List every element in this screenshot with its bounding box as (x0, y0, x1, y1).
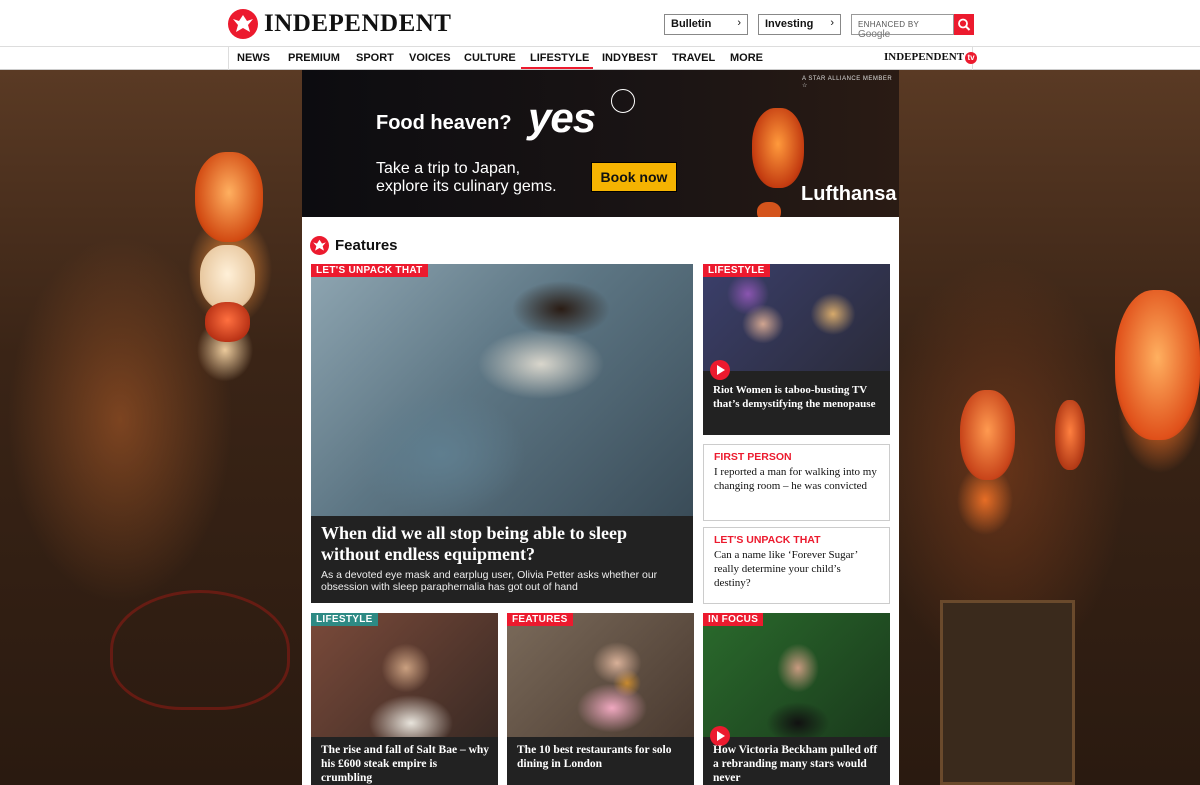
chevron-right-icon: › (830, 17, 834, 29)
main-feature-description: As a devoted eye mask and earplug user, … (321, 569, 658, 593)
victoria-beckham-image (703, 613, 890, 737)
section-title: Features (335, 237, 398, 254)
section-heading: Features (310, 236, 398, 255)
ad-subtext-line2: explore its culinary gems. (376, 178, 557, 195)
site-logo[interactable]: INDEPENDENT (228, 9, 451, 39)
site-header: INDEPENDENT Bulletin › Investing › ENHAN… (0, 0, 1200, 47)
ad-subtext-line1: Take a trip to Japan, (376, 160, 521, 177)
eagle-logo-icon (228, 9, 258, 39)
ad-subtext: Take a trip to Japan, explore its culina… (376, 160, 557, 196)
play-icon[interactable] (710, 360, 730, 380)
bulletin-button[interactable]: Bulletin › (664, 14, 748, 35)
category-tag: IN FOCUS (703, 613, 764, 626)
text-story-card[interactable]: FIRST PERSON I reported a man for walkin… (703, 444, 890, 521)
bottom-story-card[interactable]: FEATURES The 10 best restaurants for sol… (507, 613, 694, 785)
features-section: Features LET'S UNPACK THAT When did we a… (302, 217, 899, 785)
salt-bae-image (311, 613, 498, 737)
left-lantern-decoration (195, 152, 263, 242)
lufthansa-advert[interactable]: A STAR ALLIANCE MEMBER ☆ Food heaven? ye… (302, 70, 899, 217)
nav-item-voices[interactable]: VOICES (409, 52, 451, 64)
nav-item-sport[interactable]: SPORT (356, 52, 394, 64)
tv-wordmark: INDEPENDENT (884, 51, 965, 63)
restaurant-image (507, 613, 694, 737)
search-icon (958, 18, 971, 31)
nav-item-indybest[interactable]: INDYBEST (602, 52, 658, 64)
story-kicker: FIRST PERSON (714, 451, 792, 463)
side-video-card[interactable]: LIFESTYLE Riot Women is taboo-busting TV… (703, 264, 890, 435)
right-lantern-decoration (1055, 400, 1085, 470)
main-feature-image (311, 264, 693, 516)
main-navigation: NEWS PREMIUM SPORT VOICES CULTURE LIFEST… (0, 47, 1200, 70)
nav-item-more[interactable]: MORE (730, 52, 763, 64)
investing-label: Investing (765, 18, 814, 30)
bottom-story-title[interactable]: How Victoria Beckham pulled off a rebran… (713, 743, 883, 785)
star-alliance-text: A STAR ALLIANCE MEMBER (802, 76, 893, 82)
nav-item-travel[interactable]: TRAVEL (672, 52, 715, 64)
investing-button[interactable]: Investing › (758, 14, 841, 35)
left-lantern-decoration (200, 245, 255, 310)
chevron-right-icon: › (737, 17, 741, 29)
text-story-card[interactable]: LET'S UNPACK THAT Can a name like ‘Forev… (703, 527, 890, 604)
main-feature-card[interactable]: LET'S UNPACK THAT When did we all stop b… (311, 264, 693, 603)
bottom-story-title[interactable]: The 10 best restaurants for solo dining … (517, 743, 687, 771)
bottom-story-card[interactable]: LIFESTYLE The rise and fall of Salt Bae … (311, 613, 498, 785)
nav-item-premium[interactable]: PREMIUM (288, 52, 340, 64)
main-feature-title[interactable]: When did we all stop being able to sleep… (321, 523, 681, 565)
ad-yes-text: yes (528, 94, 596, 141)
search-button[interactable] (954, 14, 974, 35)
right-lantern-decoration (1115, 290, 1200, 440)
story-title[interactable]: I reported a man for walking into my cha… (714, 465, 879, 493)
category-tag: FEATURES (507, 613, 573, 626)
menu-signboard (940, 600, 1075, 785)
ad-headline: Food heaven? (376, 112, 512, 134)
independent-tv-link[interactable]: INDEPENDENT tv (884, 51, 978, 64)
bulletin-label: Bulletin (671, 18, 712, 30)
search-input[interactable]: ENHANCED BY Google (851, 14, 954, 40)
story-title[interactable]: Can a name like ‘Forever Sugar’ really d… (714, 548, 879, 590)
bottom-story-title[interactable]: The rise and fall of Salt Bae – why his … (321, 743, 491, 785)
bicycle-silhouette (110, 590, 290, 710)
ad-lantern-image (752, 108, 804, 188)
active-nav-indicator (521, 67, 593, 69)
nav-item-culture[interactable]: CULTURE (464, 52, 516, 64)
bottom-story-card[interactable]: IN FOCUS How Victoria Beckham pulled off… (703, 613, 890, 785)
category-tag: LIFESTYLE (703, 264, 770, 277)
search-prefix: ENHANCED BY (858, 20, 919, 29)
search-brand: Google (858, 29, 891, 40)
nav-item-news[interactable]: NEWS (237, 52, 270, 64)
story-kicker: LET'S UNPACK THAT (714, 534, 821, 546)
eagle-logo-icon (310, 236, 329, 255)
side-video-image (703, 264, 890, 371)
category-tag: LET'S UNPACK THAT (311, 264, 428, 277)
right-lantern-decoration (960, 390, 1015, 480)
category-tag: LIFESTYLE (311, 613, 378, 626)
ad-lantern-image (757, 202, 781, 217)
logo-wordmark: INDEPENDENT (264, 10, 452, 37)
left-lantern-decoration (205, 302, 250, 342)
crane-logo-icon (611, 89, 635, 113)
ad-brand-name: Lufthansa (801, 183, 897, 205)
tv-badge: tv (965, 52, 978, 64)
ad-star-alliance: A STAR ALLIANCE MEMBER ☆ (802, 76, 893, 89)
side-video-title[interactable]: Riot Women is taboo-busting TV that’s de… (713, 383, 883, 411)
nav-item-lifestyle[interactable]: LIFESTYLE (530, 52, 589, 64)
book-now-button[interactable]: Book now (591, 162, 677, 192)
